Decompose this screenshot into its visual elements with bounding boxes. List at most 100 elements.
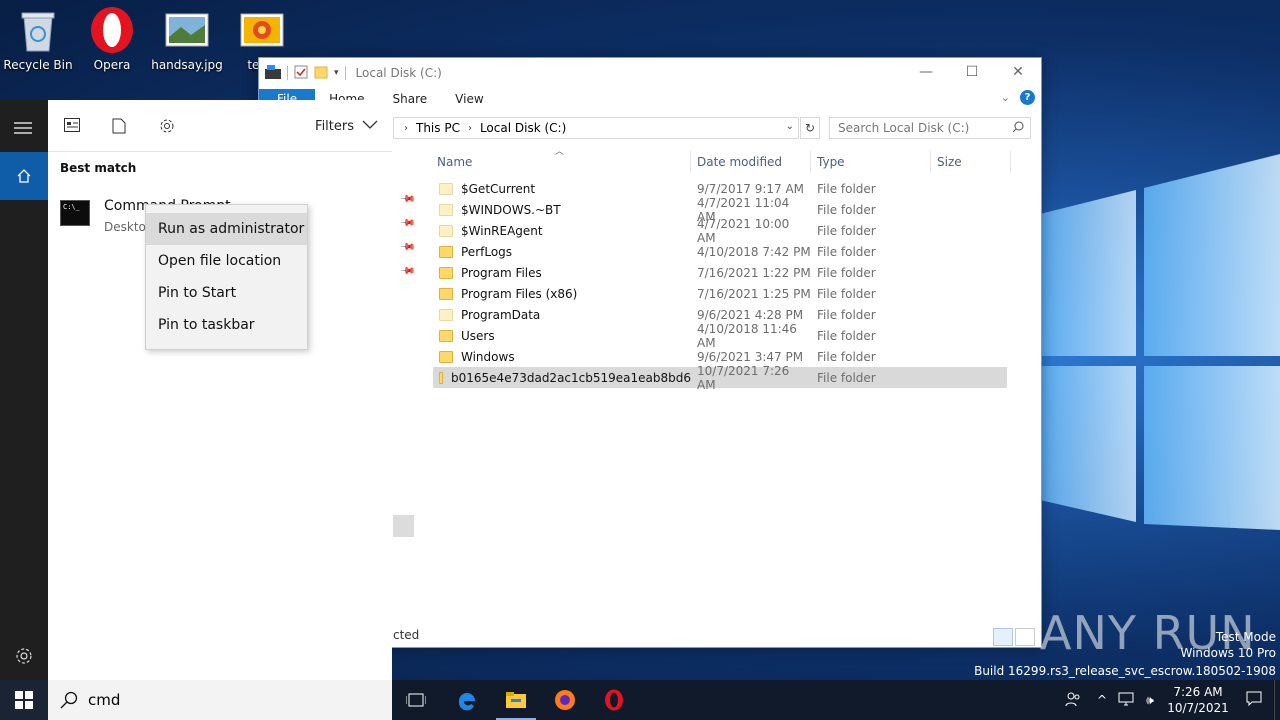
action-center-icon[interactable] — [1234, 691, 1274, 709]
menu-item-pin-to-taskbar[interactable]: Pin to taskbar — [146, 309, 307, 341]
file-row[interactable]: PerfLogs 4/10/2018 7:42 PM File folder — [433, 241, 1007, 262]
filters-label: Filters — [315, 119, 354, 134]
hamburger-menu-icon[interactable] — [14, 121, 32, 138]
windows-edition-text: Windows 10 Pro — [1180, 646, 1276, 660]
file-type: File folder — [817, 265, 876, 280]
folder-icon — [439, 224, 453, 237]
navigation-pane[interactable]: 📌 📌 📌 📌 — [393, 148, 417, 628]
refresh-button[interactable]: ↻ — [800, 117, 820, 139]
desktop-icon-label: Recycle Bin — [3, 58, 73, 72]
column-headers: Name Date modified Type Size — [431, 151, 1013, 173]
close-button[interactable]: ✕ — [995, 58, 1041, 86]
new-folder-icon[interactable] — [314, 65, 328, 82]
home-button[interactable] — [0, 152, 48, 200]
file-name: PerfLogs — [461, 244, 513, 259]
file-name: ProgramData — [461, 307, 541, 322]
apps-filter-icon[interactable] — [64, 118, 80, 135]
file-row[interactable]: b0165e4e73dad2ac1cb519ea1eab8bd6 10/7/202… — [433, 364, 1007, 392]
chevron-right-icon: › — [467, 122, 472, 134]
folder-icon — [439, 245, 453, 258]
explorer-titlebar[interactable]: ▾ Local Disk (C:) — ☐ ✕ — [259, 58, 1041, 88]
ribbon-right-controls: ⌄ ? — [1001, 90, 1035, 105]
desktop-icon-opera[interactable]: Opera — [74, 6, 150, 72]
taskbar-opera-button[interactable] — [590, 680, 638, 720]
desktop-icon-label: Opera — [93, 58, 131, 72]
taskbar-file-explorer-button[interactable] — [492, 680, 540, 720]
file-row[interactable]: Users 4/10/2018 11:46 AM File folder — [433, 322, 1007, 350]
documents-filter-icon[interactable] — [112, 118, 126, 137]
edge-icon — [458, 693, 475, 711]
customize-toolbar-chevron-icon[interactable]: ▾ — [334, 68, 339, 78]
desktop-icon-recycle-bin[interactable]: Recycle Bin — [0, 6, 76, 72]
taskbar-firefox-button[interactable] — [541, 680, 589, 720]
explorer-app-icon — [265, 64, 281, 82]
file-name-cell: Windows — [433, 350, 691, 364]
menu-item-open-file-location[interactable]: Open file location — [146, 245, 307, 277]
expand-ribbon-chevron-icon[interactable]: ⌄ — [1001, 91, 1010, 104]
file-name: Windows — [461, 349, 515, 364]
file-explorer-icon — [506, 692, 526, 708]
clock-date: 10/7/2021 — [1167, 701, 1229, 715]
breadcrumb-local-disk[interactable]: Local Disk (C:) — [480, 121, 566, 135]
folder-icon — [439, 371, 444, 384]
start-rail — [0, 100, 48, 680]
file-date: 4/7/2021 10:00 AM — [697, 216, 790, 245]
file-type: File folder — [817, 223, 876, 238]
volume-icon[interactable]: 🕪 — [1138, 693, 1162, 708]
filters-dropdown[interactable]: Filters — [315, 119, 378, 134]
window-controls: — ☐ ✕ — [903, 58, 1041, 86]
taskbar-search-box[interactable]: cmd — [48, 680, 392, 720]
maximize-button[interactable]: ☐ — [949, 58, 995, 86]
start-button[interactable] — [0, 680, 48, 720]
file-type: File folder — [817, 328, 876, 343]
settings-filter-icon[interactable] — [159, 118, 175, 137]
file-type: File folder — [817, 202, 876, 217]
show-hidden-icons-chevron-icon[interactable]: ^ — [1090, 693, 1114, 707]
menu-item-run-as-administrator[interactable]: Run as administrator — [146, 213, 307, 245]
windows-start-icon — [15, 691, 33, 709]
file-name: Program Files — [461, 265, 542, 280]
file-list: $GetCurrent 9/7/2017 9:17 AM File folder $W… — [433, 178, 1007, 392]
large-icons-view-button[interactable] — [1015, 628, 1035, 646]
network-icon[interactable] — [1114, 692, 1138, 709]
address-dropdown-icon[interactable]: ⌄ — [786, 121, 794, 132]
file-row[interactable]: Program Files (x86) 7/16/2021 1:25 PM File… — [433, 283, 1007, 304]
help-icon[interactable]: ? — [1020, 90, 1035, 105]
address-bar[interactable]: › This PC › Local Disk (C:) ⌄ — [393, 117, 799, 139]
file-date: 9/6/2021 4:28 PM — [697, 307, 804, 322]
pin-icon: 📌 — [398, 239, 416, 256]
minimize-button[interactable]: — — [903, 58, 949, 86]
file-name: Users — [461, 328, 495, 343]
search-filters-bar: Filters — [48, 100, 392, 152]
tab-view[interactable]: View — [441, 92, 497, 110]
file-type: File folder — [817, 244, 876, 259]
column-header-name[interactable]: Name — [431, 151, 691, 173]
desktop-icon-handsay[interactable]: handsay.jpg — [149, 6, 225, 72]
clock[interactable]: 7:26 AM 10/7/2021 — [1162, 684, 1234, 716]
people-icon[interactable] — [1056, 691, 1090, 710]
search-box[interactable]: Search Local Disk (C:) — [829, 117, 1031, 139]
window-title: Local Disk (C:) — [355, 66, 442, 80]
file-row[interactable]: Program Files 7/16/2021 1:22 PM File folde… — [433, 262, 1007, 283]
properties-icon[interactable] — [294, 65, 308, 82]
show-desktop-button[interactable] — [1274, 680, 1280, 720]
opera-icon — [88, 6, 136, 54]
settings-gear-icon[interactable] — [14, 646, 34, 669]
file-row[interactable]: $WinREAgent 4/7/2021 10:00 AM File folder — [433, 217, 1007, 245]
breadcrumb-this-pc[interactable]: This PC — [416, 121, 460, 135]
details-view-button[interactable] — [993, 628, 1013, 646]
taskbar-edge-button[interactable] — [443, 680, 491, 720]
column-header-size[interactable]: Size — [931, 151, 1011, 173]
file-type: File folder — [817, 286, 876, 301]
column-header-date-modified[interactable]: Date modified — [691, 151, 811, 173]
file-name-cell: PerfLogs — [433, 245, 691, 259]
navigation-selected-item[interactable] — [393, 515, 414, 537]
desktop-icon-label: handsay.jpg — [151, 58, 223, 72]
recycle-bin-icon — [14, 6, 62, 54]
task-view-button[interactable] — [392, 680, 440, 720]
menu-item-pin-to-start[interactable]: Pin to Start — [146, 277, 307, 309]
file-name: $GetCurrent — [461, 181, 536, 196]
file-name: b0165e4e73dad2ac1cb519ea1eab8bd6 — [451, 370, 691, 385]
file-date: 7/16/2021 1:22 PM — [697, 265, 811, 280]
column-header-type[interactable]: Type — [811, 151, 931, 173]
